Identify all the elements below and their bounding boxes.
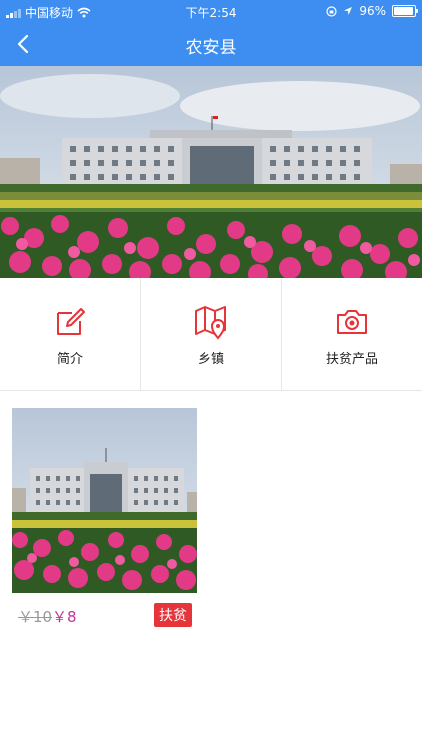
menu-item-label: 乡镇 [197, 352, 224, 367]
map-pin-icon [195, 306, 226, 340]
battery-percent: 96% [359, 4, 386, 18]
page-title: 农安县 [185, 38, 237, 58]
nav-bar: 农安县 [0, 22, 422, 66]
status-bar: 中国移动 下午2:54 96% [0, 0, 422, 22]
menu-item-label: 简介 [56, 352, 83, 367]
original-price: ￥10 [18, 608, 53, 626]
menu-item-products[interactable]: 扶贫产品 [282, 278, 422, 390]
poverty-relief-tag: 扶贫 [154, 603, 192, 627]
product-image [12, 408, 197, 593]
current-price: ￥8 [52, 608, 77, 626]
battery-icon [392, 5, 418, 17]
menu-item-towns[interactable]: 乡镇 [141, 278, 282, 390]
edit-icon [57, 308, 85, 335]
location-arrow-icon [344, 7, 353, 15]
rotation-lock-icon [326, 5, 337, 17]
product-card[interactable]: ￥10 ￥8 扶贫 [12, 408, 197, 630]
menu-item-intro[interactable]: 简介 [0, 278, 141, 390]
camera-icon [337, 310, 367, 334]
banner-image [0, 66, 422, 278]
menu-grid: 简介 乡镇 扶贫产品 [0, 278, 422, 391]
menu-item-label: 扶贫产品 [325, 352, 378, 367]
